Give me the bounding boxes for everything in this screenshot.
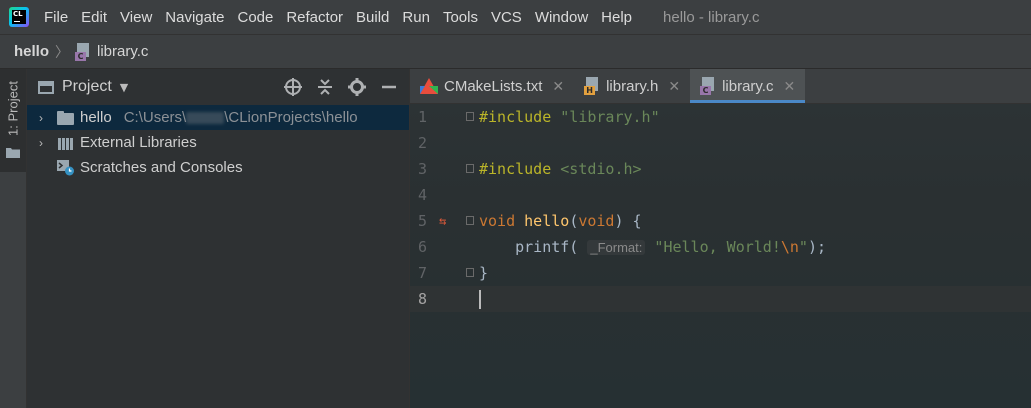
fold-marker-icon[interactable]: [466, 112, 474, 121]
tree-node-label: External Libraries: [80, 134, 197, 151]
tree-row-external-libraries[interactable]: › External Libraries: [27, 130, 409, 155]
breadcrumb-file[interactable]: library.c: [97, 43, 148, 60]
line-number: 4: [417, 186, 427, 204]
clion-logo-icon: CL: [9, 7, 29, 27]
code-line: 3 #include <stdio.h>: [410, 156, 1031, 182]
navigate-to-declaration-icon[interactable]: ⇆: [439, 208, 446, 234]
tree-node-label: Scratches and Consoles: [80, 159, 243, 176]
breadcrumb-separator-icon: 〉: [55, 44, 70, 61]
menu-vcs[interactable]: VCS: [491, 9, 522, 26]
menu-code[interactable]: Code: [237, 9, 273, 26]
menu-refactor[interactable]: Refactor: [286, 9, 343, 26]
tab-label: library.c: [722, 77, 774, 95]
menu-file[interactable]: File: [44, 9, 68, 26]
menu-help[interactable]: Help: [601, 9, 632, 26]
project-panel: Project ▼ › hello C:\Users\ \CLionProjec…: [27, 69, 410, 408]
tree-row-scratches[interactable]: › Scratches and Consoles: [27, 155, 409, 180]
code-editor[interactable]: 1 #include "library.h" 2 3 #include <std…: [410, 104, 1031, 408]
project-tree: › hello C:\Users\ \CLionProjects\hello › …: [27, 105, 409, 180]
fold-marker-icon[interactable]: [466, 268, 474, 277]
c-file-icon: C: [75, 42, 91, 61]
tree-node-path: C:\Users\ \CLionProjects\hello: [123, 109, 358, 126]
editor-area: CMakeLists.txt ✕ H library.h ✕ C library…: [410, 69, 1031, 408]
menu-run[interactable]: Run: [402, 9, 430, 26]
menu-build[interactable]: Build: [356, 9, 389, 26]
close-icon[interactable]: ✕: [668, 78, 680, 95]
fold-marker-icon[interactable]: [466, 164, 474, 173]
code-line: 4: [410, 182, 1031, 208]
project-tool-tab[interactable]: 1: Project: [0, 69, 26, 172]
code-line: 5 ⇆ void hello(void) {: [410, 208, 1031, 234]
line-number: 3: [417, 160, 427, 178]
folder-icon: [6, 148, 20, 158]
breadcrumb-project[interactable]: hello: [14, 43, 49, 60]
chevron-right-icon[interactable]: ›: [35, 136, 47, 150]
libraries-icon: [57, 135, 75, 151]
breadcrumb: hello 〉 C library.c: [0, 34, 1031, 69]
line-number: 6: [417, 238, 427, 256]
tab-library-c[interactable]: C library.c ✕: [690, 69, 806, 103]
code-line-current: 8: [410, 286, 1031, 312]
tab-label: library.h: [606, 77, 659, 95]
code-line: 1 #include "library.h": [410, 104, 1031, 130]
gear-icon[interactable]: [347, 77, 367, 97]
menu-view[interactable]: View: [120, 9, 152, 26]
tab-library-h[interactable]: H library.h ✕: [574, 69, 690, 103]
tree-row-hello[interactable]: › hello C:\Users\ \CLionProjects\hello: [27, 105, 409, 130]
project-panel-header: Project ▼: [27, 69, 409, 105]
folder-icon: [57, 110, 75, 126]
window-title: hello - library.c: [663, 8, 760, 26]
project-window-icon: [38, 80, 54, 94]
tab-label: CMakeLists.txt: [444, 77, 543, 95]
scratches-icon: [57, 159, 74, 175]
code-line: 2: [410, 130, 1031, 156]
editor-tabs: CMakeLists.txt ✕ H library.h ✕ C library…: [410, 69, 1031, 104]
close-icon[interactable]: ✕: [783, 78, 795, 95]
text-caret: [479, 290, 481, 309]
project-view-selector[interactable]: Project: [62, 78, 112, 96]
chevron-down-icon[interactable]: ▼: [120, 81, 128, 94]
code-line: 6 printf( _Format: "Hello, World!\n");: [410, 234, 1031, 260]
parameter-hint: _Format:: [587, 240, 646, 255]
line-number: 2: [417, 134, 427, 152]
tree-node-label: hello: [80, 109, 112, 126]
h-file-icon: H: [584, 77, 600, 95]
redacted-username: [186, 112, 225, 125]
menu-tools[interactable]: Tools: [443, 9, 478, 26]
cmake-icon: [420, 78, 438, 94]
line-number: 8: [417, 290, 427, 308]
menu-edit[interactable]: Edit: [81, 9, 107, 26]
tab-cmakelists[interactable]: CMakeLists.txt ✕: [410, 69, 574, 103]
menu-bar: CL File Edit View Navigate Code Refactor…: [0, 0, 1031, 34]
line-number: 7: [417, 264, 427, 282]
menu-window[interactable]: Window: [535, 9, 588, 26]
line-number: 5: [417, 212, 427, 230]
close-icon[interactable]: ✕: [552, 78, 564, 95]
fold-marker-icon[interactable]: [466, 216, 474, 225]
menu-navigate[interactable]: Navigate: [165, 9, 224, 26]
project-tool-tab-label: 1: Project: [5, 81, 21, 136]
chevron-right-icon[interactable]: ›: [35, 111, 47, 125]
locate-icon[interactable]: [283, 77, 303, 97]
collapse-all-icon[interactable]: [315, 77, 335, 97]
minimize-icon[interactable]: [379, 77, 399, 97]
code-line: 7 }: [410, 260, 1031, 286]
c-file-icon: C: [700, 77, 716, 95]
line-number: 1: [417, 108, 427, 126]
left-tool-stripe: 1: Project: [0, 69, 27, 408]
